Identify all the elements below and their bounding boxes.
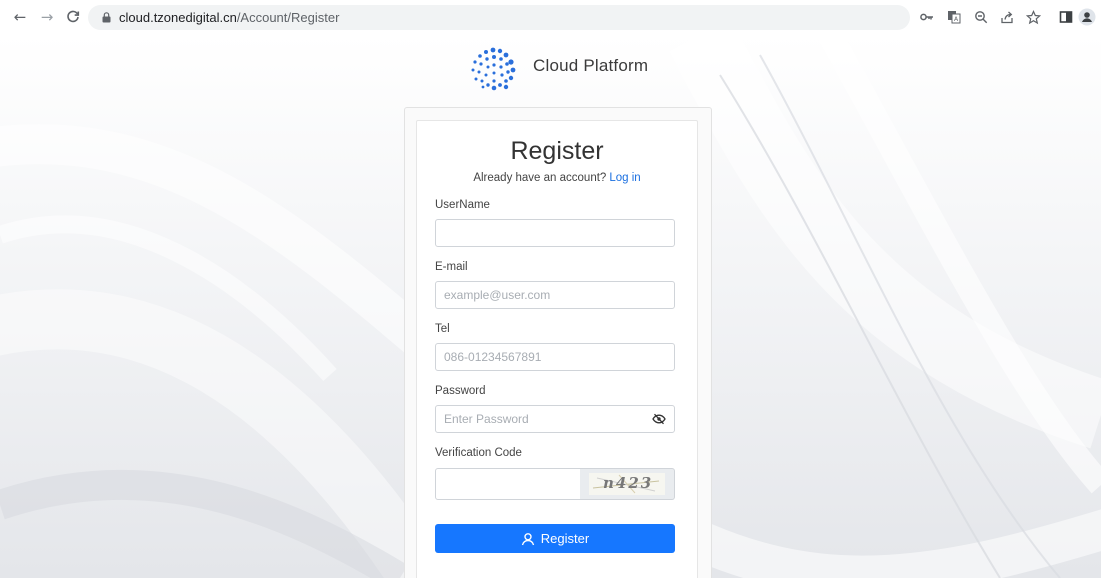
page-title: Register (510, 137, 604, 165)
star-icon[interactable] (1024, 8, 1042, 26)
url-path: /Account/Register (236, 10, 340, 25)
address-bar[interactable]: cloud.tzonedigital.cn/Account/Register (88, 5, 910, 30)
username-label: UserName (435, 199, 490, 211)
reload-icon[interactable] (64, 8, 82, 26)
captcha-image[interactable]: n423 (589, 473, 665, 495)
password-input[interactable] (435, 405, 675, 433)
eye-slash-icon[interactable] (652, 413, 666, 425)
login-link[interactable]: Log in (609, 172, 640, 184)
password-label: Password (435, 385, 486, 397)
sidebar-icon[interactable] (1057, 8, 1075, 26)
username-input[interactable] (435, 219, 675, 247)
email-label: E-mail (435, 261, 468, 273)
register-button-label: Register (540, 531, 590, 546)
back-icon[interactable]: ← (11, 8, 29, 26)
translate-icon[interactable]: A (945, 8, 963, 26)
brand-name: Cloud Platform (533, 56, 649, 75)
cloud-platform-logo (471, 47, 516, 91)
url-host: cloud.tzonedigital.cn (119, 10, 237, 25)
tel-label: Tel (435, 323, 450, 335)
zoom-icon[interactable] (972, 8, 990, 26)
login-prompt-text: Already have an account? (473, 172, 607, 184)
verification-code-input[interactable] (435, 468, 581, 500)
share-icon[interactable] (998, 8, 1016, 26)
captcha-image-box[interactable]: n423 (580, 468, 675, 500)
tel-input[interactable] (435, 343, 675, 371)
register-button[interactable]: Register (435, 524, 675, 553)
email-input[interactable] (435, 281, 675, 309)
browser-toolbar: ← → cloud.tzonedigital.cn/Account/Regist… (0, 0, 1101, 35)
login-prompt: Already have an account? Log in (416, 172, 698, 184)
captcha-text: n423 (603, 474, 654, 492)
lock-icon[interactable] (102, 12, 111, 23)
user-icon (521, 532, 534, 545)
key-icon[interactable] (918, 8, 936, 26)
forward-icon[interactable]: → (38, 8, 56, 26)
verification-label: Verification Code (435, 447, 522, 459)
profile-icon[interactable] (1078, 8, 1096, 26)
